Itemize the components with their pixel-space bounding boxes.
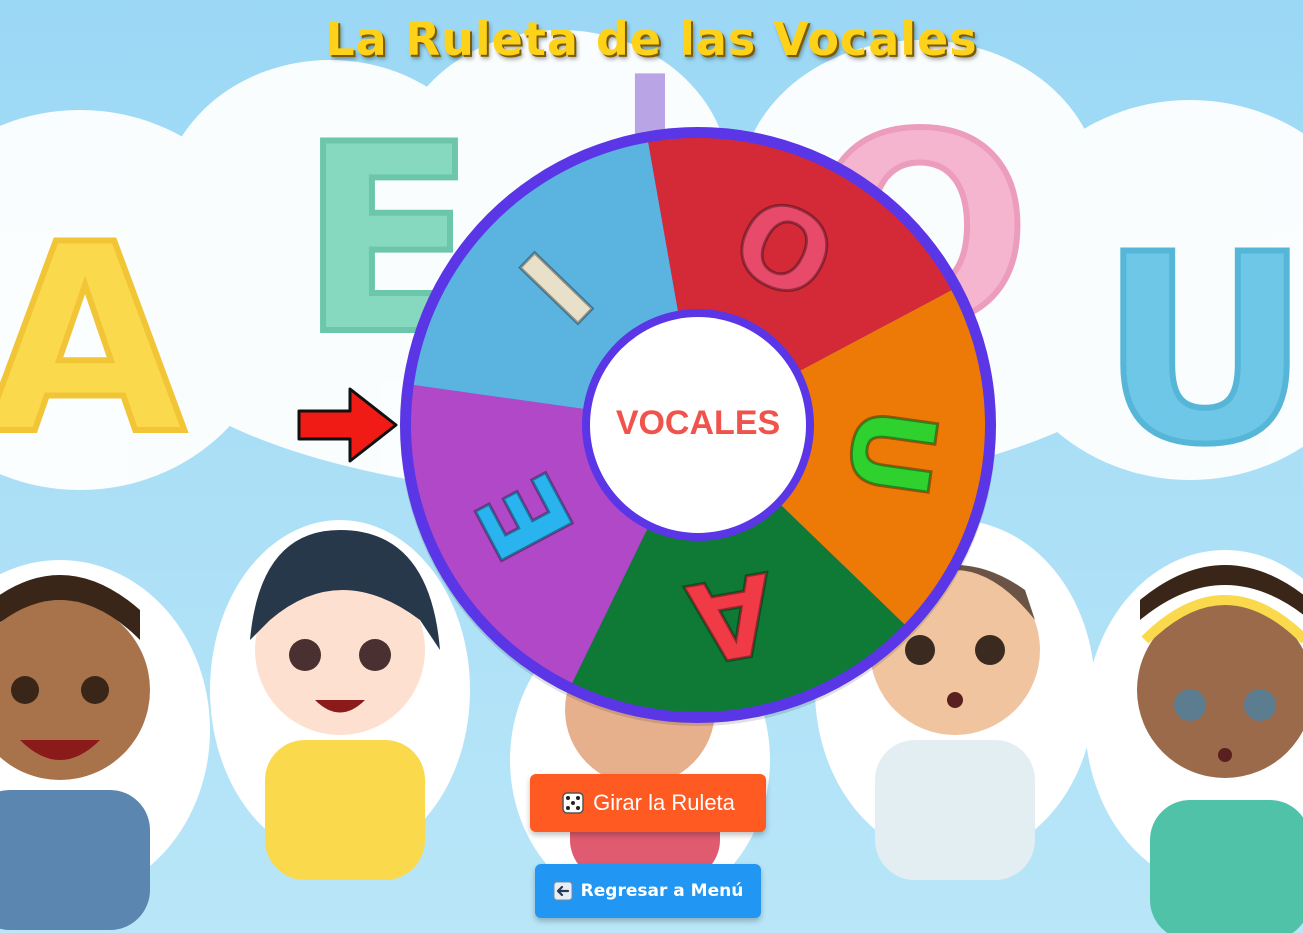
back-to-menu-button[interactable]: Regresar a Menú bbox=[535, 864, 761, 918]
bg-letter-u: U bbox=[1099, 200, 1303, 502]
wheel-pointer-arrow-icon bbox=[297, 387, 398, 463]
spin-wheel-label: Girar la Ruleta bbox=[593, 790, 735, 815]
wheel-hub bbox=[590, 317, 806, 533]
spin-wheel-button[interactable]: Girar la Ruleta bbox=[530, 774, 766, 832]
page-title: La Ruleta de las Vocales bbox=[325, 12, 978, 66]
wheel-graphic[interactable]: OUAEI bbox=[397, 124, 999, 726]
wheel-letter-u: U bbox=[822, 399, 961, 505]
dice-icon bbox=[561, 791, 585, 815]
vowel-wheel[interactable]: OUAEI bbox=[397, 124, 999, 726]
bg-letter-a: A bbox=[0, 190, 188, 492]
back-arrow-icon bbox=[553, 881, 573, 901]
back-to-menu-label: Regresar a Menú bbox=[580, 881, 744, 901]
